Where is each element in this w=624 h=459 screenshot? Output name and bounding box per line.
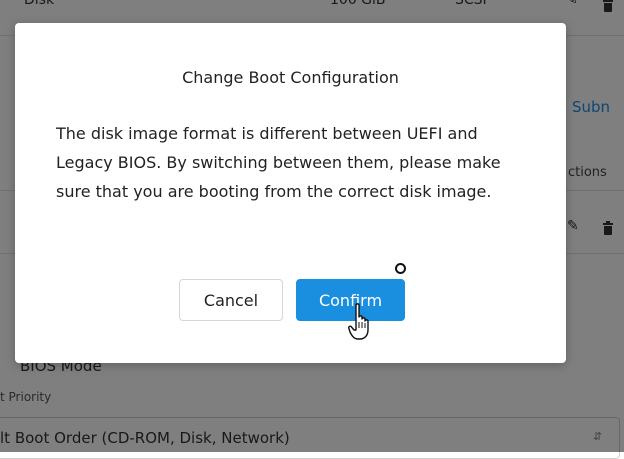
dialog-message: The disk image format is different betwe… <box>56 124 501 201</box>
hand-pointer-cursor-icon <box>348 303 369 340</box>
change-boot-config-dialog: Change Boot Configuration The disk image… <box>15 23 566 363</box>
dialog-title: Change Boot Configuration <box>182 68 399 87</box>
busy-indicator-icon <box>395 263 406 274</box>
cancel-button[interactable]: Cancel <box>179 279 283 321</box>
